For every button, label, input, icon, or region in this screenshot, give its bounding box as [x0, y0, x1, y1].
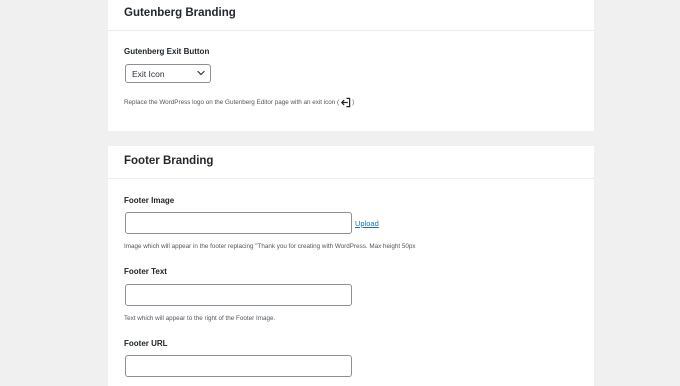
- gutenberg-branding-panel: Gutenberg Branding Gutenberg Exit Button…: [108, 0, 594, 131]
- help-text-after: ): [352, 99, 355, 106]
- footer-image-input[interactable]: [125, 212, 352, 234]
- footer-text-label: Footer Text: [124, 267, 167, 276]
- help-text-before: Replace the WordPress logo on the Gutenb…: [124, 99, 340, 106]
- exit-arrow-icon: [341, 97, 351, 108]
- gutenberg-exit-button-help: Replace the WordPress logo on the Gutenb…: [124, 97, 354, 108]
- footer-image-label: Footer Image: [124, 196, 175, 205]
- footer-text-help: Text which will appear to the right of t…: [124, 315, 276, 322]
- footer-branding-panel: Footer Branding Footer Image Upload Imag…: [108, 146, 594, 386]
- gutenberg-branding-header: Gutenberg Branding: [108, 0, 594, 31]
- gutenberg-branding-title: Gutenberg Branding: [124, 7, 236, 19]
- footer-url-label: Footer URL: [124, 339, 168, 348]
- footer-image-help: Image which will appear in the footer re…: [124, 243, 416, 250]
- gutenberg-exit-button-label: Gutenberg Exit Button: [124, 47, 210, 56]
- footer-url-input[interactable]: [125, 355, 352, 377]
- footer-text-input[interactable]: [125, 284, 352, 306]
- footer-branding-header: Footer Branding: [108, 146, 594, 179]
- upload-link[interactable]: Upload: [355, 219, 379, 228]
- chevron-down-icon: [197, 70, 205, 76]
- footer-branding-title: Footer Branding: [124, 155, 214, 167]
- gutenberg-exit-button-select[interactable]: Exit Icon: [125, 64, 211, 83]
- select-value: Exit Icon: [132, 69, 165, 79]
